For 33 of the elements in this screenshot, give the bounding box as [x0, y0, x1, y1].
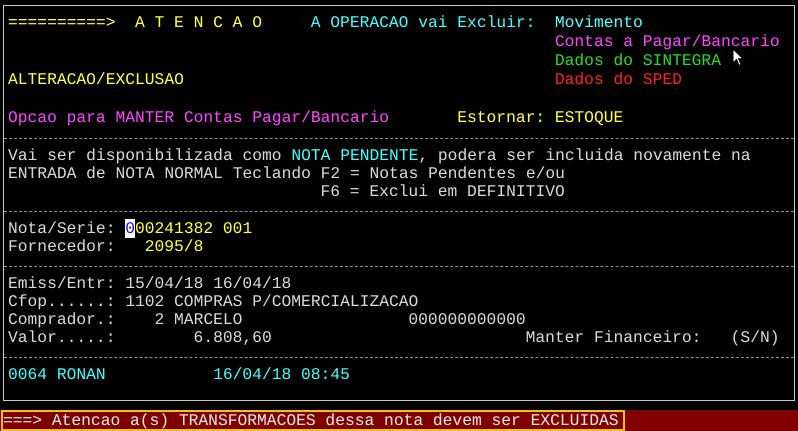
field-label: Nota/Serie:: [8, 220, 116, 238]
option-text: Opcao para MANTER Contas Pagar/Bancario: [8, 109, 389, 128]
mouse-pointer-icon: [732, 48, 744, 67]
invoice-number-field[interactable]: 000241382 001: [125, 220, 252, 238]
message-text: ENTRADA de NOTA NORMAL Teclando F2 = Notas Pendentes e/ou: [8, 165, 565, 183]
field-label: Cfop......:: [8, 293, 116, 311]
deletion-item: Contas a Pagar/Bancario: [554, 33, 780, 52]
user-text: 0064 RONAN: [8, 366, 106, 384]
message-text: F6 = Exclui em DEFINITIVO: [320, 183, 565, 201]
field-value: 2 MARCELO: [154, 311, 242, 329]
field-label: Valor.....:: [8, 329, 116, 347]
operation-label: A OPERACAO vai Excluir:: [310, 14, 536, 33]
deletion-item: Dados do SINTEGRA: [554, 52, 721, 71]
deletion-item: Movimento: [554, 14, 643, 33]
field-label: Emiss/Entr:: [8, 275, 116, 293]
mode-text: ALTERACAO/EXCLUSAO: [8, 71, 184, 90]
field-label: Manter Financeiro:: [526, 329, 702, 347]
option-hint: (S/N): [730, 329, 780, 347]
message-text: Vai ser disponibilizada como NOTA PENDENTE, podera ser incluida novamente na: [8, 147, 750, 165]
field-label: Fornecedor:: [8, 238, 116, 256]
datetime-text: 16/04/18 08:45: [213, 366, 350, 384]
warning-title: A T E N C A O: [134, 14, 262, 33]
deletion-item: Dados do SPED: [554, 71, 682, 90]
field-label: Comprador.:: [8, 311, 116, 329]
reverse-label: Estornar:: [457, 109, 546, 128]
field-value: 1102 COMPRAS P/COMERCIALIZACAO: [125, 293, 418, 311]
field-value: 000000000000: [408, 311, 526, 329]
status-message: ===> Atencao a(s) TRANSFORMACOES dessa nota devem ser EXCLUIDAS: [1, 410, 625, 431]
supplier-value: 2095/8: [144, 238, 204, 256]
reverse-value: ESTOQUE: [554, 109, 624, 128]
field-value: 6.808,60: [194, 329, 272, 347]
field-value: 15/04/18 16/04/18: [125, 275, 292, 293]
arrow-text: ==========>: [8, 14, 116, 33]
